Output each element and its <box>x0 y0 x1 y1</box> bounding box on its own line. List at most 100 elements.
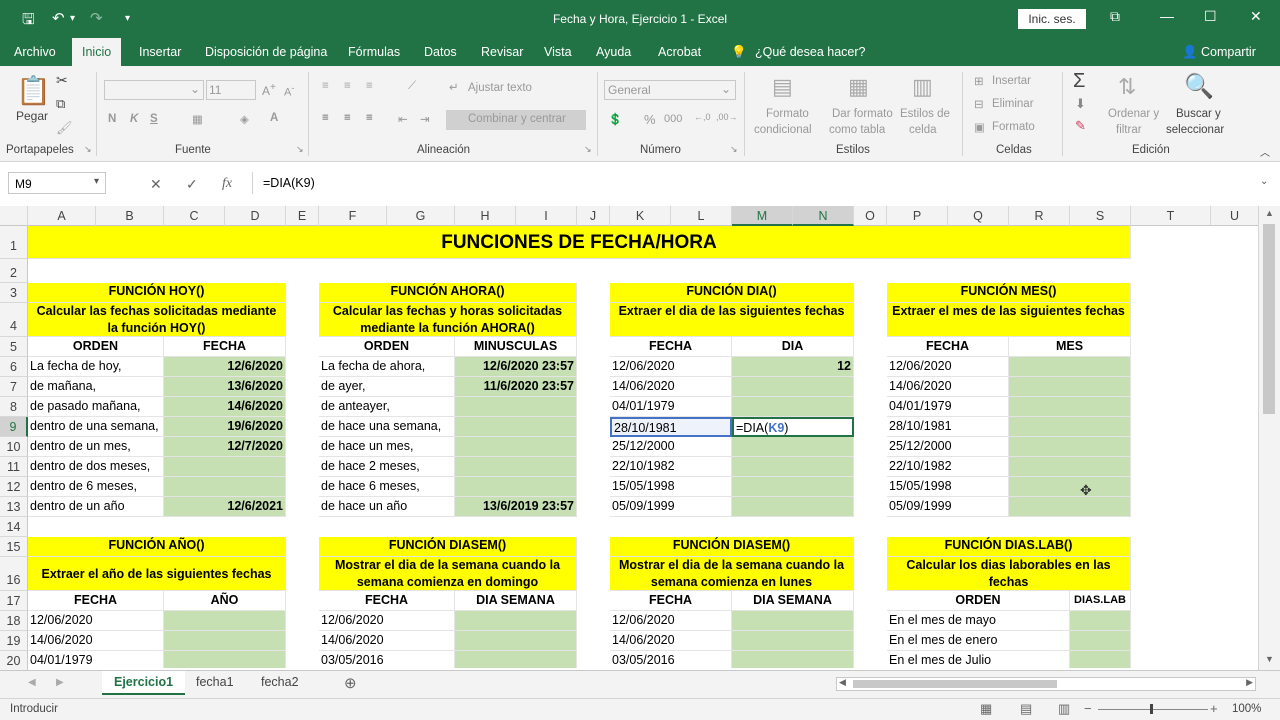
increase-indent-icon[interactable]: ⇥ <box>420 112 430 126</box>
table-cell[interactable] <box>732 457 854 477</box>
wrap-text-button[interactable]: Ajustar texto <box>468 82 532 94</box>
table-cell[interactable] <box>164 457 286 477</box>
align-bottom-icon[interactable]: ≡ <box>366 80 373 92</box>
table-cell[interactable]: 14/6/2020 <box>164 397 286 417</box>
table-cell[interactable] <box>732 437 854 457</box>
column-header[interactable]: J <box>577 206 610 226</box>
table-cell[interactable]: 12/7/2020 <box>164 437 286 457</box>
column-header[interactable]: C <box>164 206 225 226</box>
column-header[interactable]: G <box>387 206 455 226</box>
format-cells-icon[interactable]: ▣ <box>974 120 985 134</box>
row-header[interactable]: 2 <box>0 259 28 283</box>
table-cell[interactable]: 12 <box>732 357 854 377</box>
align-right-icon[interactable]: ≡ <box>366 112 373 124</box>
table-cell[interactable]: 15/05/1998 <box>887 477 1009 497</box>
minimize-icon[interactable]: — <box>1160 8 1174 24</box>
currency-icon[interactable]: 💲 <box>608 112 622 126</box>
table-cell[interactable] <box>732 611 854 631</box>
column-label[interactable]: MINUSCULAS <box>455 337 577 357</box>
table-cell[interactable]: La fecha de hoy, <box>28 357 164 377</box>
table-cell[interactable]: 15/05/1998 <box>610 477 732 497</box>
table-cell[interactable]: 05/09/1999 <box>887 497 1009 517</box>
table-cell[interactable]: 12/06/2020 <box>887 357 1009 377</box>
fill-color-icon[interactable]: ◈ <box>240 112 249 126</box>
zoom-level[interactable]: 100% <box>1232 703 1261 715</box>
table-cell[interactable]: En el mes de enero <box>887 631 1070 651</box>
block-desc[interactable]: Mostrar el dia de la semana cuando la se… <box>319 557 577 591</box>
table-cell[interactable]: 25/12/2000 <box>887 437 1009 457</box>
number-launcher-icon[interactable]: ↘ <box>730 144 738 155</box>
row-header-selected[interactable]: 9 <box>0 417 28 437</box>
format-as-table-icon[interactable]: ▦ <box>848 74 869 100</box>
tab-vista[interactable]: Vista <box>544 45 572 59</box>
delete-cells-button[interactable]: Eliminar <box>992 98 1034 110</box>
tab-inicio[interactable]: Inicio <box>72 38 122 66</box>
column-label[interactable]: MES <box>1009 337 1131 357</box>
table-cell[interactable]: 11/6/2020 23:57 <box>455 377 577 397</box>
column-label[interactable]: FECHA <box>319 591 455 611</box>
font-name-box[interactable] <box>104 80 204 100</box>
tab-ayuda[interactable]: Ayuda <box>596 45 631 59</box>
table-cell[interactable] <box>164 477 286 497</box>
table-cell[interactable] <box>455 651 577 668</box>
table-cell[interactable]: de hace un mes, <box>319 437 455 457</box>
worksheet-grid[interactable]: FUNCIONES DE FECHA/HORA FUNCIÓN HOY() Ca… <box>28 226 1258 668</box>
table-cell[interactable]: 12/06/2020 <box>28 611 164 631</box>
block-title[interactable]: FUNCIÓN DIAS.LAB() <box>887 537 1131 557</box>
table-cell[interactable]: 19/6/2020 <box>164 417 286 437</box>
table-cell[interactable] <box>455 437 577 457</box>
bold-button[interactable]: N <box>108 113 116 125</box>
column-header[interactable]: K <box>610 206 671 226</box>
table-cell[interactable]: 14/06/2020 <box>610 631 732 651</box>
column-label[interactable]: AÑO <box>164 591 286 611</box>
page-layout-icon[interactable]: ▤ <box>1020 701 1032 717</box>
font-color-icon[interactable]: A <box>270 112 278 124</box>
row-header[interactable]: 1 <box>0 226 28 259</box>
block-title[interactable]: FUNCIÓN DIASEM() <box>319 537 577 557</box>
cell-styles-icon[interactable]: ▥ <box>912 74 933 100</box>
block-title[interactable]: FUNCIÓN AÑO() <box>28 537 286 557</box>
sort-filter-label-2[interactable]: filtrar <box>1116 124 1142 136</box>
table-cell[interactable]: 14/06/2020 <box>28 631 164 651</box>
block-title[interactable]: FUNCIÓN HOY() <box>28 283 286 303</box>
scroll-left-icon[interactable]: ◀ <box>839 677 846 688</box>
table-cell[interactable]: de hace un año <box>319 497 455 517</box>
table-cell[interactable]: dentro de un mes, <box>28 437 164 457</box>
table-cell[interactable] <box>164 631 286 651</box>
column-header[interactable]: A <box>28 206 96 226</box>
table-cell[interactable] <box>455 397 577 417</box>
table-cell[interactable] <box>1070 611 1131 631</box>
orientation-icon[interactable]: ⟋ <box>408 80 416 93</box>
column-label[interactable]: FECHA <box>887 337 1009 357</box>
increase-decimal-icon[interactable]: ←,0 <box>694 112 711 122</box>
tab-revisar[interactable]: Revisar <box>481 45 523 59</box>
table-cell[interactable]: En el mes de mayo <box>887 611 1070 631</box>
table-cell[interactable]: 03/05/2016 <box>610 651 732 668</box>
column-label[interactable]: ORDEN <box>887 591 1070 611</box>
row-header[interactable]: 7 <box>0 377 28 397</box>
tell-me-input[interactable]: ¿Qué desea hacer? <box>755 45 866 59</box>
align-left-icon[interactable]: ≡ <box>322 112 329 124</box>
tab-insertar[interactable]: Insertar <box>139 45 181 59</box>
italic-button[interactable]: K <box>130 113 138 125</box>
paste-label[interactable]: Pegar <box>16 109 48 123</box>
zoom-slider-thumb[interactable] <box>1150 704 1153 714</box>
column-header[interactable]: L <box>671 206 732 226</box>
table-cell[interactable]: dentro de un año <box>28 497 164 517</box>
tab-disposicion[interactable]: Disposición de página <box>205 45 327 59</box>
font-size-box[interactable]: 11 <box>206 80 256 100</box>
tab-formulas[interactable]: Fórmulas <box>348 45 400 59</box>
scroll-thumb[interactable] <box>1263 224 1275 414</box>
table-cell[interactable]: 22/10/1982 <box>610 457 732 477</box>
block-desc[interactable]: Extraer el mes de las siguientes fechas <box>887 303 1131 337</box>
sort-filter-label-1[interactable]: Ordenar y <box>1108 108 1159 120</box>
share-button[interactable]: Compartir <box>1201 45 1256 59</box>
column-header-selected[interactable]: M <box>732 206 793 226</box>
table-cell[interactable]: 12/6/2020 23:57 <box>455 357 577 377</box>
maximize-icon[interactable]: ☐ <box>1204 8 1217 25</box>
underline-button[interactable]: S <box>150 113 158 125</box>
scroll-up-icon[interactable]: ▲ <box>1265 208 1274 218</box>
table-cell[interactable]: 22/10/1982 <box>887 457 1009 477</box>
align-middle-icon[interactable]: ≡ <box>344 80 351 92</box>
table-cell[interactable] <box>732 377 854 397</box>
